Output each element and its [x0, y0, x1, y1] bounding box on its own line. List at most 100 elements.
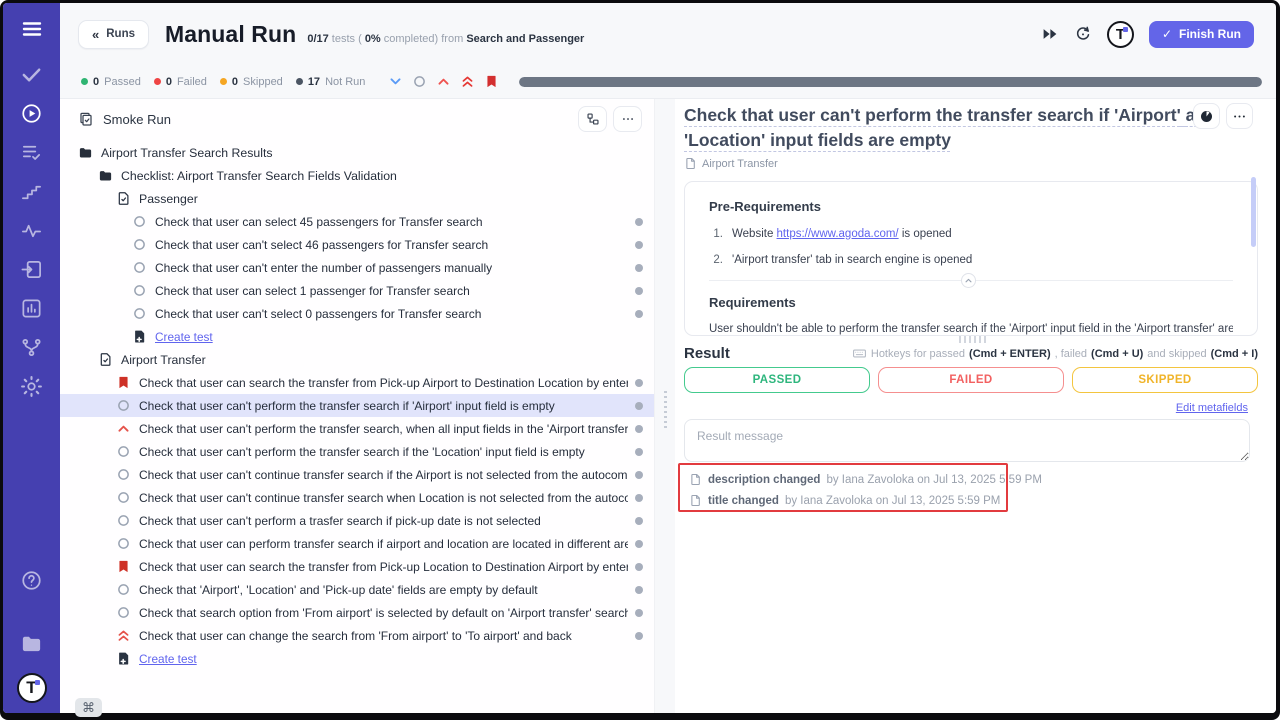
test-row[interactable]: Check that user can select 1 passenger f… [60, 279, 654, 302]
run-list-icon[interactable] [20, 141, 43, 164]
collapse-toggle-icon[interactable] [961, 273, 976, 288]
test-row[interactable]: Check that user can't perform the transf… [60, 417, 654, 440]
suite-breadcrumb[interactable]: Airport Transfer [684, 157, 778, 170]
check-icon[interactable] [20, 63, 43, 86]
priority-flag-icon [116, 559, 131, 574]
priority-flag-icon [116, 375, 131, 390]
gear-icon[interactable] [20, 375, 43, 398]
panels: Smoke Run Airport Transfer Search Result… [60, 98, 1276, 713]
double-chevron-up-icon[interactable] [460, 74, 475, 89]
test-row[interactable]: Check that 'Airport', 'Location' and 'Pi… [60, 578, 654, 601]
result-dot [635, 586, 643, 594]
play-circle-icon[interactable] [20, 102, 43, 125]
result-dot [635, 425, 643, 433]
count-skipped: 0Skipped [220, 76, 283, 88]
command-shortcut-button[interactable]: ⌘ [75, 698, 102, 717]
create-test-icon [116, 651, 131, 666]
sidebar-nav [20, 63, 43, 398]
test-title[interactable]: Check that user can't perform the transf… [684, 103, 1232, 153]
status-bar: 0Passed 0Failed 0Skipped 17Not Run [60, 65, 1276, 98]
create-test-link[interactable]: Create test [60, 325, 654, 348]
tree-view-button[interactable] [578, 106, 607, 132]
back-chevron-icon: « [92, 27, 99, 42]
section-divider [709, 280, 1233, 281]
steps-icon[interactable] [20, 180, 43, 203]
result-dot [635, 448, 643, 456]
avatar[interactable]: T [1107, 21, 1134, 48]
back-to-runs-button[interactable]: « Runs [78, 20, 149, 49]
test-row[interactable]: Check that user can't select 0 passenger… [60, 302, 654, 325]
workspace-avatar[interactable]: T [17, 673, 47, 703]
result-failed-button[interactable]: FAILED [878, 367, 1064, 393]
hotkeys-hint: Hotkeys for passed (Cmd + ENTER) , faile… [852, 346, 1258, 361]
create-test-link[interactable]: Create test [60, 647, 654, 670]
app-window: T « Runs Manual Run 0/17 tests ( 0% comp… [3, 3, 1276, 713]
test-row[interactable]: Check that user can search the transfer … [60, 555, 654, 578]
result-passed-button[interactable]: PASSED [684, 367, 870, 393]
projects-icon[interactable] [20, 632, 43, 655]
result-dot [635, 609, 643, 617]
more-button[interactable] [1226, 103, 1253, 129]
test-row[interactable]: Check that user can't perform the transf… [60, 440, 654, 463]
status-circle-icon [116, 582, 131, 597]
test-row[interactable]: Check that user can select 45 passengers… [60, 210, 654, 233]
timer-pie-icon [1199, 109, 1214, 124]
result-skipped-button[interactable]: SKIPPED [1072, 367, 1258, 393]
card-resize-grip[interactable] [959, 336, 989, 343]
result-dot [635, 471, 643, 479]
result-message-input[interactable] [684, 419, 1250, 462]
result-heading: Result [684, 345, 730, 362]
rerun-timer-icon[interactable] [1074, 25, 1092, 43]
import-box-icon[interactable] [20, 258, 43, 281]
tree-doc[interactable]: Airport Transfer [60, 348, 654, 371]
branch-icon[interactable] [20, 336, 43, 359]
scrollbar-thumb[interactable] [1251, 177, 1256, 247]
test-row[interactable]: Check that search option from 'From airp… [60, 601, 654, 624]
status-dot-icon [154, 78, 161, 85]
count-not-run: 17Not Run [296, 76, 366, 88]
finish-run-button[interactable]: ✓ Finish Run [1149, 21, 1254, 48]
external-link[interactable]: https://www.agoda.com/ [777, 228, 899, 240]
run-summary: 0/17 tests ( 0% completed) from Search a… [307, 33, 584, 45]
analytics-icon[interactable] [20, 297, 43, 320]
ellipsis-button[interactable] [613, 106, 642, 132]
test-row[interactable]: Check that user can't enter the number o… [60, 256, 654, 279]
status-circle-icon [116, 513, 131, 528]
check-icon: ✓ [1162, 27, 1172, 41]
test-row[interactable]: Check that user can't continue transfer … [60, 486, 654, 509]
result-dot [635, 218, 643, 226]
tree-folder[interactable]: Airport Transfer Search Results [60, 141, 654, 164]
document-icon [116, 191, 131, 206]
test-row[interactable]: Check that user can perform transfer sea… [60, 532, 654, 555]
priority-filters [388, 74, 499, 89]
pre-requirements-heading: Pre-Requirements [709, 199, 1233, 214]
test-row[interactable]: Check that user can't perform a trasfer … [60, 509, 654, 532]
chevron-down-icon[interactable] [388, 74, 403, 89]
flag-icon[interactable] [484, 74, 499, 89]
panel-resize-handle[interactable] [655, 99, 675, 713]
tree-doc[interactable]: Passenger [60, 187, 654, 210]
menu-icon[interactable] [20, 17, 44, 41]
test-row[interactable]: Check that user can't continue transfer … [60, 463, 654, 486]
test-detail-panel: Check that user can't perform the transf… [675, 99, 1276, 713]
pulse-icon[interactable] [20, 219, 43, 242]
requirements-text: User shouldn't be able to perform the tr… [709, 323, 1233, 335]
timer-button[interactable] [1193, 103, 1220, 129]
test-row[interactable]: Check that user can change the search fr… [60, 624, 654, 647]
status-circle-icon [132, 306, 147, 321]
document-icon [98, 352, 113, 367]
edit-metafields-link[interactable]: Edit metafields [1176, 402, 1248, 414]
tree-folder[interactable]: Checklist: Airport Transfer Search Field… [60, 164, 654, 187]
test-row[interactable]: Check that user can search the transfer … [60, 371, 654, 394]
result-dot [635, 310, 643, 318]
test-row[interactable]: Check that user can't select 46 passenge… [60, 233, 654, 256]
result-dot [635, 494, 643, 502]
fast-forward-icon[interactable] [1041, 25, 1059, 43]
circle-icon[interactable] [412, 74, 427, 89]
run-copy-icon [78, 111, 94, 127]
count-failed: 0Failed [154, 76, 207, 88]
test-row[interactable]: Check that user can't perform the transf… [60, 394, 654, 417]
chevron-up-icon[interactable] [436, 74, 451, 89]
help-icon[interactable] [20, 569, 43, 592]
changelog: description changed by Iana Zavoloka on … [689, 469, 1042, 511]
